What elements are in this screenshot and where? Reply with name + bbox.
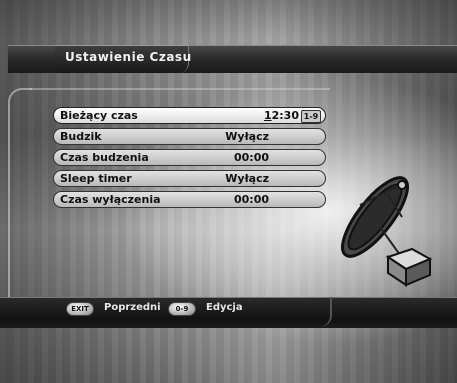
menu-item-label: Bieżący czas [60,109,138,122]
menu-item-label: Czas budzenia [60,151,149,164]
page-title: Ustawienie Czasu [65,50,192,64]
menu-item-alarm[interactable]: Budzik Wyłącz [53,128,326,145]
menu-item-off-time[interactable]: Czas wyłączenia 00:00 [53,191,326,208]
menu-item-value: 00:00 [233,151,269,164]
edit-cursor: 1 [263,109,272,122]
menu-item-label: Budzik [60,130,102,143]
menu-frame [8,88,32,300]
exit-key-icon: EXIT [66,302,94,316]
digits-key-icon: 0-9 [168,302,196,316]
edit-hint-label: Edycja [206,302,243,313]
menu-item-label: Sleep timer [60,172,132,185]
menu-item-sleep-timer[interactable]: Sleep timer Wyłącz [53,170,326,187]
top-shade [0,0,457,40]
settings-menu: Bieżący czas 12:30 1-9 Budzik Wyłącz Cza… [53,107,326,212]
menu-item-wake-time[interactable]: Czas budzenia 00:00 [53,149,326,166]
satellite-dish-icon [341,176,433,287]
menu-item-current-time[interactable]: Bieżący czas 12:30 1-9 [53,107,326,124]
menu-item-value: 12:30 [264,109,299,122]
menu-item-value: Wyłącz [225,130,269,143]
back-hint-label: Poprzedni [104,302,161,313]
menu-item-value: 00:00 [233,193,269,206]
menu-frame-line [30,88,330,90]
menu-item-value: Wyłącz [225,172,269,185]
numeric-input-icon: 1-9 [301,110,321,123]
menu-item-label: Czas wyłączenia [60,193,161,206]
menu-item-value-rest: 2:30 [271,109,299,122]
